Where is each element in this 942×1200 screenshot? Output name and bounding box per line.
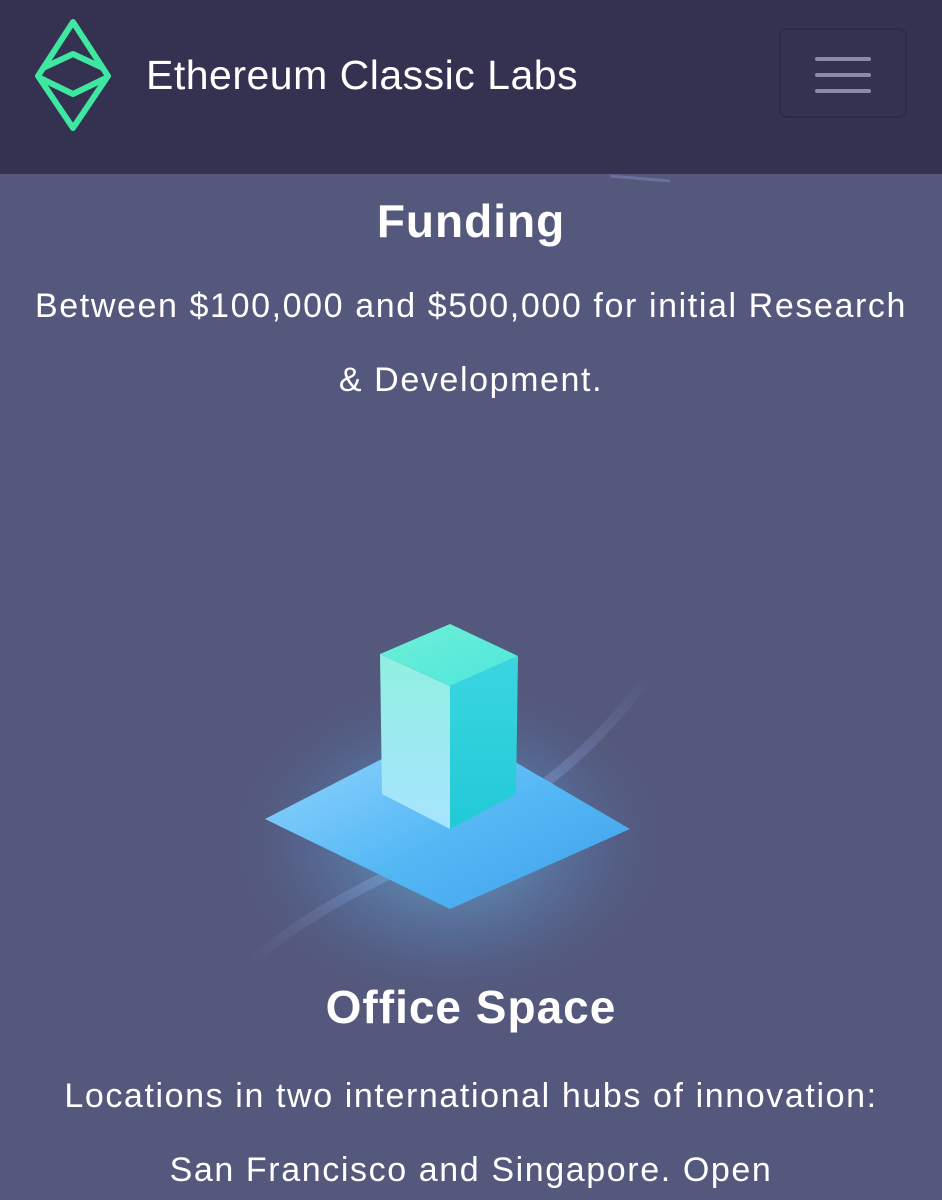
funding-title: Funding bbox=[376, 195, 566, 247]
isometric-office-block-icon bbox=[220, 624, 680, 994]
office-space-description: Locations in two international hubs of i… bbox=[64, 1077, 878, 1189]
decorative-streak bbox=[610, 174, 670, 182]
office-space-title: Office Space bbox=[325, 981, 617, 1033]
main-content: Funding Between $100,000 and $500,000 fo… bbox=[0, 174, 942, 1200]
brand-link[interactable]: Ethereum Classic Labs bbox=[34, 18, 578, 132]
menu-toggle-button[interactable] bbox=[779, 28, 907, 118]
brand-name: Ethereum Classic Labs bbox=[146, 51, 579, 98]
navbar: Ethereum Classic Labs bbox=[0, 0, 942, 174]
funding-description: Between $100,000 and $500,000 for initia… bbox=[34, 287, 907, 399]
ethereum-classic-logo-icon bbox=[35, 19, 111, 131]
